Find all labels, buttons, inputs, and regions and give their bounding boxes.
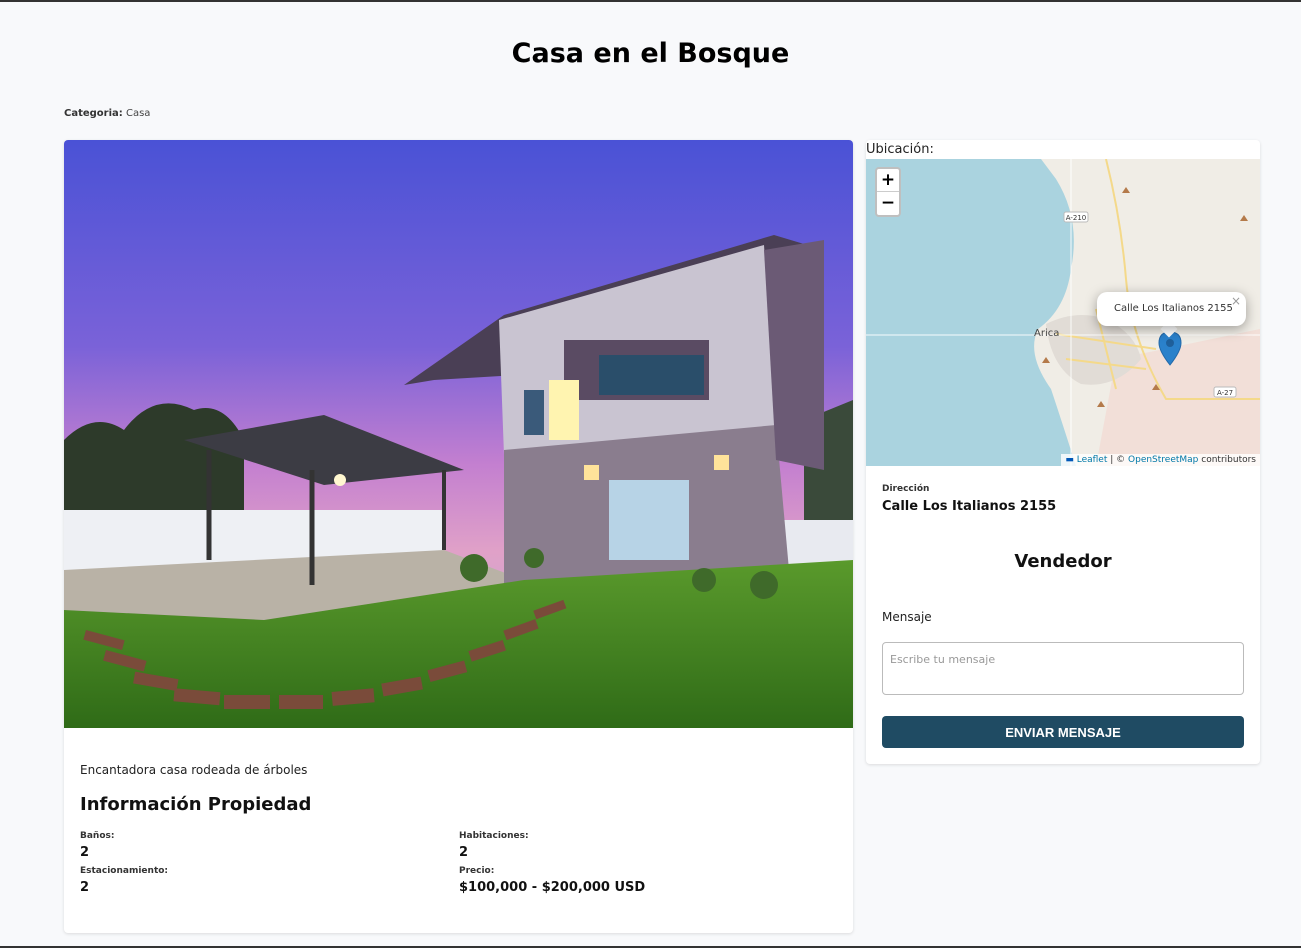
popup-text: Calle Los Italianos 2155 xyxy=(1114,303,1233,314)
field-price: Precio: $100,000 - $200,000 USD xyxy=(459,866,645,895)
page-title: Casa en el Bosque xyxy=(511,38,790,69)
field-value: 2 xyxy=(80,845,90,860)
field-parking: Estacionamiento: 2 xyxy=(80,866,168,895)
field-label: Baños: xyxy=(80,831,115,841)
field-bedrooms: Habitaciones: 2 xyxy=(459,831,529,860)
field-label: Habitaciones: xyxy=(459,831,529,841)
map-zoom-control: + − xyxy=(875,167,901,217)
property-card: Encantadora casa rodeada de árboles Info… xyxy=(64,140,853,933)
category-value: Casa xyxy=(125,108,151,119)
property-description: Encantadora casa rodeada de árboles xyxy=(80,763,308,777)
location-label: Ubicación: xyxy=(866,142,934,157)
address-value: Calle Los Italianos 2155 xyxy=(882,499,1057,514)
leaflet-link[interactable]: Leaflet xyxy=(1077,455,1108,465)
field-value: 2 xyxy=(459,845,469,860)
location-card: Ubicación: A-210 A-27 Arica + − Calle Lo… xyxy=(866,140,1260,764)
zoom-out-button[interactable]: − xyxy=(877,192,899,215)
category-label: Categoria: xyxy=(64,108,123,119)
map-popup: Calle Los Italianos 2155 × xyxy=(1097,292,1246,326)
category-line: Categoria: Casa xyxy=(64,108,150,119)
message-label: Mensaje xyxy=(882,610,932,624)
popup-close-icon[interactable]: × xyxy=(1231,294,1241,308)
attribution-separator: | © xyxy=(1107,455,1129,465)
ukraine-flag-icon: ▬ xyxy=(1065,455,1074,465)
field-label: Precio: xyxy=(459,866,495,876)
road-label: A-27 xyxy=(1217,389,1233,397)
send-message-button[interactable]: ENVIAR MENSAJE xyxy=(882,716,1244,748)
location-map[interactable]: A-210 A-27 Arica + − Calle Los Italianos… xyxy=(866,159,1260,466)
seller-title: Vendedor xyxy=(1014,551,1112,572)
road-label: A-210 xyxy=(1066,214,1087,222)
property-photo xyxy=(64,140,853,728)
osm-link[interactable]: OpenStreetMap xyxy=(1128,455,1198,465)
field-value: $100,000 - $200,000 USD xyxy=(459,880,646,895)
map-attribution: ▬ Leaflet | © OpenStreetMap contributors xyxy=(1061,454,1260,466)
field-bathrooms: Baños: 2 xyxy=(80,831,114,860)
address-label: Dirección xyxy=(882,484,930,494)
zoom-in-button[interactable]: + xyxy=(877,169,899,192)
message-input[interactable] xyxy=(882,642,1244,695)
info-title: Información Propiedad xyxy=(80,794,312,815)
attribution-suffix: contributors xyxy=(1198,455,1256,465)
city-label: Arica xyxy=(1034,328,1059,339)
field-label: Estacionamiento: xyxy=(80,866,169,876)
field-value: 2 xyxy=(80,880,90,895)
